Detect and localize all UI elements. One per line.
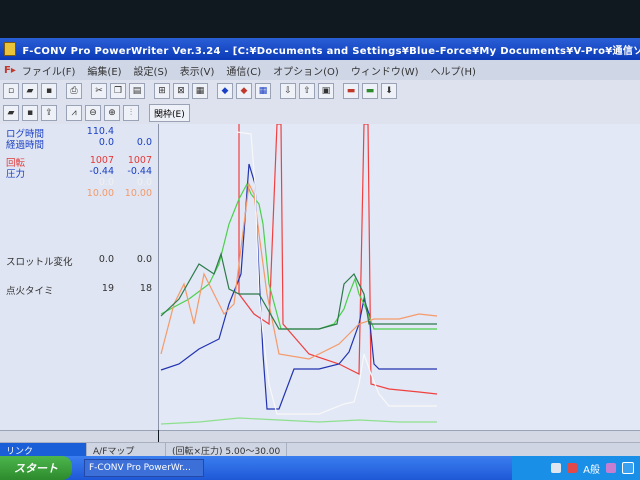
trace-lightgreen-base: [160, 417, 437, 425]
menu-file[interactable]: ファイル(F): [16, 63, 82, 78]
param-value-2: 0.0: [136, 177, 152, 188]
title-bar: F-CONV Pro PowerWriter Ver.3.24 - [C:¥Do…: [0, 38, 640, 60]
table-calc-icon[interactable]: ⊠: [173, 83, 189, 99]
mdi-icon[interactable]: F▸: [0, 65, 16, 76]
parameter-panel: ログ時間 110.4 経過時間 0.0 0.0 回転 1007 1007 圧力 …: [0, 124, 159, 430]
graph-icon[interactable]: ⩘: [66, 105, 82, 121]
menu-help[interactable]: ヘルプ(H): [425, 63, 482, 78]
status-range: (回転×圧力) 5.00～30.00: [166, 443, 288, 457]
system-tray: A般: [512, 456, 640, 480]
param-value: 19: [101, 283, 114, 294]
param-name: 点火タイミ: [6, 286, 54, 297]
trace-red: [238, 123, 438, 395]
param-name: 経過時間: [6, 140, 45, 151]
log-green-icon[interactable]: ▬: [362, 83, 378, 99]
param-value: 0.0: [98, 137, 114, 148]
car-blue-icon[interactable]: ◆: [217, 83, 233, 99]
trace-white: [236, 131, 437, 415]
menu-window[interactable]: ウィンドウ(W): [345, 63, 425, 78]
save-log-icon[interactable]: ▪: [22, 105, 38, 121]
menu-view[interactable]: 表示(V): [174, 63, 221, 78]
menu-options[interactable]: オプション(O): [267, 63, 345, 78]
taskbar-item-fconv[interactable]: F-CONV Pro PowerWr...: [84, 459, 204, 477]
table-edit-icon[interactable]: ⊞: [154, 83, 170, 99]
param-row[interactable]: 点火タイミ 19 18: [6, 283, 156, 297]
grid-icon[interactable]: ▦: [255, 83, 271, 99]
param-value: 0.0: [98, 177, 114, 188]
copy-icon[interactable]: ❐: [110, 83, 126, 99]
save-icon[interactable]: ▪: [41, 83, 57, 99]
param-name: スロットル変化: [6, 257, 73, 268]
param-value: 10.00: [86, 188, 114, 199]
param-row[interactable]: 0.0 0.0: [6, 177, 156, 188]
main-toolbar: ▫ ▰ ▪ ⎙ ✂ ❐ ▤ ⊞ ⊠ ▦ ◆ ◆ ▦ ⇩ ⇧ ▣ ▬ ▬ ⬇: [0, 80, 640, 103]
log-graph-svg: [160, 123, 438, 425]
folder-icon[interactable]: ▰: [3, 105, 19, 121]
param-value-2: 0.0: [136, 137, 152, 148]
menu-edit[interactable]: 編集(E): [81, 63, 127, 78]
param-name: [6, 177, 68, 188]
start-button[interactable]: スタート: [0, 456, 72, 480]
chart-settings-icon[interactable]: ⫶: [123, 105, 139, 121]
window-title: F-CONV Pro PowerWriter Ver.3.24 - [C:¥Do…: [22, 45, 640, 57]
trace-blue: [160, 163, 437, 410]
status-mode: A/Fマップ: [87, 443, 166, 457]
menu-settings[interactable]: 設定(S): [128, 63, 174, 78]
frame-button[interactable]: 関枠(E): [149, 104, 190, 122]
param-value-2: 18: [139, 283, 152, 294]
trace-green: [160, 182, 437, 330]
param-row[interactable]: スロットル変化 0.0 0.0: [6, 254, 156, 268]
write-icon[interactable]: ⇩: [280, 83, 296, 99]
status-link: リンク: [0, 443, 87, 457]
help-icon[interactable]: [622, 462, 634, 474]
table-icon[interactable]: ▦: [192, 83, 208, 99]
read-icon[interactable]: ⇧: [299, 83, 315, 99]
ime-indicator[interactable]: A般: [583, 461, 600, 476]
param-value: 0.0: [98, 254, 114, 265]
print-icon[interactable]: ⎙: [66, 83, 82, 99]
download-icon[interactable]: ⬇: [381, 83, 397, 99]
param-value-2: 0.0: [136, 254, 152, 265]
monitor-icon[interactable]: ▣: [318, 83, 334, 99]
cut-icon[interactable]: ✂: [91, 83, 107, 99]
export-icon[interactable]: ⇪: [41, 105, 57, 121]
car-red-icon[interactable]: ◆: [236, 83, 252, 99]
param-row[interactable]: 10.00 10.00: [6, 188, 156, 199]
status-bar: リンク A/Fマップ (回転×圧力) 5.00～30.00: [0, 442, 640, 457]
open-folder-icon[interactable]: ▰: [22, 83, 38, 99]
taskbar: スタート F-CONV Pro PowerWr... A般: [0, 456, 640, 480]
log-graph[interactable]: [159, 123, 640, 430]
trace-darkgreen: [160, 251, 437, 330]
log-red-icon[interactable]: ▬: [343, 83, 359, 99]
paste-icon[interactable]: ▤: [129, 83, 145, 99]
zoom-out-icon[interactable]: ⊖: [85, 105, 101, 121]
trace-orange: [160, 181, 438, 360]
new-file-icon[interactable]: ▫: [3, 83, 19, 99]
keyboard-icon[interactable]: [551, 463, 562, 473]
param-row[interactable]: 経過時間 0.0 0.0: [6, 137, 156, 151]
graph-toolbar: ▰ ▪ ⇪ ⩘ ⊖ ⊕ ⫶ 関枠(E): [0, 102, 640, 125]
menu-bar: F▸ ファイル(F) 編集(E) 設定(S) 表示(V) 通信(C) オプション…: [0, 60, 640, 80]
alert-icon[interactable]: [567, 463, 578, 473]
app-icon: [4, 42, 17, 56]
ime-pad-icon[interactable]: [606, 463, 616, 473]
menu-comm[interactable]: 通信(C): [220, 63, 267, 78]
param-value-2: 10.00: [124, 188, 152, 199]
param-name: [6, 188, 68, 199]
zoom-in-icon[interactable]: ⊕: [104, 105, 120, 121]
